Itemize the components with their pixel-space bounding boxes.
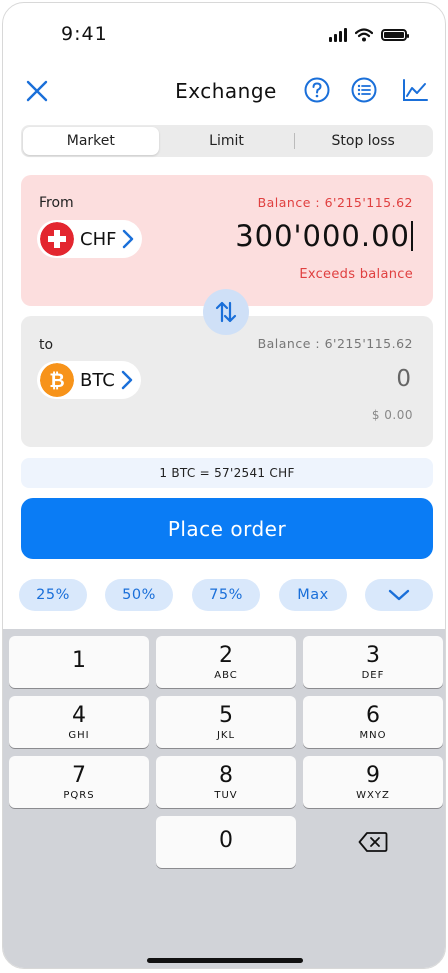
swap-button[interactable] xyxy=(203,289,249,335)
chevron-right-icon xyxy=(121,370,133,390)
from-currency-selector[interactable]: CHF xyxy=(37,220,143,258)
signal-icon xyxy=(329,28,347,42)
key-4[interactable]: 4 GHI xyxy=(9,696,149,748)
chip-25-percent[interactable]: 25% xyxy=(19,579,87,611)
key-7[interactable]: 7 PQRS xyxy=(9,756,149,808)
to-fiat-value: $ 0.00 xyxy=(371,408,413,422)
text-caret xyxy=(411,221,413,251)
delete-key[interactable] xyxy=(303,816,443,868)
phone-screen: 9:41 Exchange Market Limit Stop loss Fro… xyxy=(2,2,446,969)
quick-amount-chips: 25% 50% 75% Max xyxy=(19,579,435,611)
chevron-right-icon xyxy=(123,229,134,249)
from-balance: Balance : 6'215'115.62 xyxy=(257,195,413,210)
tab-limit[interactable]: Limit xyxy=(159,127,295,155)
from-label: From xyxy=(39,195,74,211)
to-currency-selector[interactable]: ₿ BTC xyxy=(37,361,141,399)
to-currency-code: BTC xyxy=(80,369,115,391)
chart-icon[interactable] xyxy=(401,76,429,104)
swap-arrows-icon xyxy=(215,301,237,323)
from-amount-input[interactable]: 300'000.00 xyxy=(235,219,413,253)
to-balance: Balance : 6'215'115.62 xyxy=(257,336,413,351)
chevron-down-icon xyxy=(388,589,410,601)
key-1[interactable]: 1 xyxy=(9,636,149,688)
status-bar: 9:41 xyxy=(3,23,445,49)
svg-text:₿: ₿ xyxy=(49,370,64,392)
chip-50-percent[interactable]: 50% xyxy=(105,579,173,611)
to-amount-value: 0 xyxy=(396,366,411,392)
wifi-icon xyxy=(355,28,373,42)
home-indicator xyxy=(147,958,303,963)
key-3[interactable]: 3 DEF xyxy=(303,636,443,688)
order-type-tabs: Market Limit Stop loss xyxy=(21,125,433,157)
status-time: 9:41 xyxy=(61,23,108,45)
to-label: to xyxy=(39,337,54,353)
nav-bar: Exchange xyxy=(3,71,445,111)
chip-75-percent[interactable]: 75% xyxy=(192,579,260,611)
to-card: to Balance : 6'215'115.62 ₿ BTC 0 $ 0.00 xyxy=(21,316,433,447)
place-order-button[interactable]: Place order xyxy=(21,498,433,559)
tab-stop-loss[interactable]: Stop loss xyxy=(295,127,431,155)
exchange-rate: 1 BTC = 57'2541 CHF xyxy=(21,458,433,488)
collapse-keypad-button[interactable] xyxy=(365,579,433,611)
from-card: From Balance : 6'215'115.62 CHF 300'000.… xyxy=(21,175,433,306)
key-5[interactable]: 5 JKL xyxy=(156,696,296,748)
page-title: Exchange xyxy=(175,79,277,103)
exceeds-balance-warning: Exceeds balance xyxy=(299,267,413,282)
battery-icon xyxy=(381,29,409,41)
key-6[interactable]: 6 MNO xyxy=(303,696,443,748)
swiss-flag-icon xyxy=(40,222,74,256)
from-currency-code: CHF xyxy=(80,228,117,250)
key-2[interactable]: 2 ABC xyxy=(156,636,296,688)
numeric-keypad: 1 2 ABC 3 DEF 4 GHI 5 JKL 6 MNO 7 PQRS 8 TUV 9W… xyxy=(3,629,445,968)
tab-market[interactable]: Market xyxy=(23,127,159,155)
key-0[interactable]: 0 xyxy=(156,816,296,868)
from-amount-value: 300'000.00 xyxy=(235,219,410,253)
key-9[interactable]: 9 WXYZ xyxy=(303,756,443,808)
status-icons xyxy=(329,28,409,42)
help-icon[interactable] xyxy=(303,76,331,104)
chip-max[interactable]: Max xyxy=(279,579,347,611)
key-8[interactable]: 8 TUV xyxy=(156,756,296,808)
bitcoin-icon: ₿ xyxy=(40,363,74,397)
backspace-icon xyxy=(358,832,388,852)
list-icon[interactable] xyxy=(350,76,378,104)
